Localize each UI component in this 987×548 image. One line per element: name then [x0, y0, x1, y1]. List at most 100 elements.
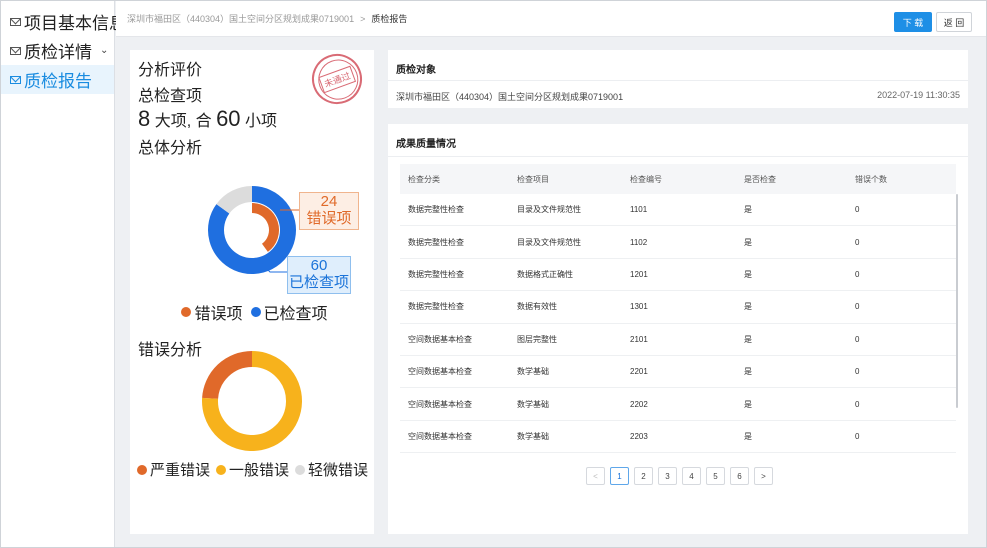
stamp-text: 未通过 [318, 65, 356, 93]
table-row: 数据完整性检查 数据格式正确性 1201 是 0 [400, 259, 956, 292]
legend-label: 一般错误 [229, 462, 290, 479]
error-analysis-title: 错误分析 [138, 342, 203, 359]
mail-icon [10, 46, 21, 55]
table-row: 空间数据基本检查 数学基础 2201 是 0 [400, 356, 956, 389]
divider [388, 156, 968, 157]
column-header: 检查分类 [408, 174, 440, 184]
cell-error-count: 0 [855, 431, 860, 441]
checked-count-text: 已检查项 [288, 274, 349, 291]
sidebar: 项目基本信息 质检详情 ⌄ 质检报告 [1, 1, 126, 547]
cell-code: 1102 [630, 237, 648, 247]
cell-category: 数据完整性检查 [408, 237, 464, 247]
table-row: 数据完整性检查 目录及文件规范性 1101 是 0 [400, 194, 956, 227]
total-check-summary: 8 大项, 合 60 小项 [138, 106, 277, 132]
cell-code: 2202 [630, 399, 648, 409]
cell-item: 数据格式正确性 [517, 269, 573, 279]
sidebar-item-label: 质检报告 [24, 72, 92, 91]
cell-category: 空间数据基本检查 [408, 399, 472, 409]
cell-error-count: 0 [855, 334, 860, 344]
small-item-unit: 小项 [245, 113, 278, 130]
table-scrollbar[interactable] [956, 194, 958, 408]
quality-object-title: 质检对象 [396, 65, 436, 76]
cell-checked: 是 [744, 302, 752, 312]
legend-label: 轻微错误 [308, 462, 369, 479]
cell-code: 1101 [630, 205, 648, 215]
column-header: 检查编号 [630, 174, 662, 184]
big-item-unit: 大项, 合 [154, 113, 212, 130]
error-donut-slice-1 [202, 351, 302, 451]
breadcrumb-separator: > [360, 13, 366, 24]
cell-item: 目录及文件规范性 [517, 205, 581, 215]
cell-code: 1301 [630, 302, 648, 312]
cell-code: 1201 [630, 269, 648, 279]
page-button-6[interactable]: 6 [730, 467, 749, 485]
sidebar-item-project-info[interactable]: 项目基本信息 [1, 7, 126, 36]
column-header: 是否检查 [744, 174, 776, 184]
cell-error-count: 0 [855, 302, 860, 312]
fail-stamp: 未通过 [304, 46, 370, 112]
cell-error-count: 0 [855, 399, 860, 409]
legend-dot [216, 464, 227, 475]
breadcrumb: 深圳市福田区（440304）国土空间分区规划成果0719001 > 质检报告 [116, 1, 986, 37]
error-donut-slice-0 [202, 351, 253, 400]
breadcrumb-current: 质检报告 [371, 14, 408, 24]
download-button[interactable]: 下 载 [894, 12, 932, 32]
cell-error-count: 0 [855, 269, 860, 279]
cell-checked: 是 [744, 431, 752, 441]
mail-icon [10, 75, 21, 84]
page-button-3[interactable]: 3 [658, 467, 677, 485]
sidebar-item-qc-details[interactable]: 质检详情 ⌄ [1, 36, 114, 65]
quality-object-name: 深圳市福田区（440304）国土空间分区规划成果0719001 [396, 92, 624, 102]
error-legend: 严重错误 一般错误 轻微错误 [130, 459, 374, 480]
sidebar-item-qc-report[interactable]: 质检报告 [1, 65, 114, 94]
cell-checked: 是 [744, 205, 752, 215]
column-header: 错误个数 [855, 174, 887, 184]
overall-analysis-title: 总体分析 [138, 140, 203, 157]
quality-results-title: 成果质量情况 [396, 139, 456, 150]
breadcrumb-project-link[interactable]: 深圳市福田区（440304）国土空间分区规划成果0719001 [127, 12, 354, 25]
cell-checked: 是 [744, 269, 752, 279]
cell-checked: 是 [744, 237, 752, 247]
error-count-label: 24 错误项 [299, 192, 359, 230]
page-button-1[interactable]: 1 [610, 467, 629, 485]
next-page-button[interactable]: > [754, 467, 773, 485]
cell-error-count: 0 [855, 237, 860, 247]
table-row: 数据完整性检查 目录及文件规范性 1102 是 0 [400, 226, 956, 259]
cell-category: 数据完整性检查 [408, 269, 464, 279]
analysis-title: 分析评价 [138, 62, 203, 79]
cell-item: 目录及文件规范性 [517, 237, 581, 247]
column-header: 检查项目 [517, 174, 549, 184]
analysis-panel: 分析评价 未通过 总检查项 8 大项, 合 60 小项 总体分析 24 错误项 … [130, 46, 374, 534]
legend-label: 严重错误 [150, 462, 211, 479]
legend-dot [181, 307, 192, 317]
results-table: 检查分类 检查项目 检查编号 是否检查 错误个数 数据完整性检查 目录及文件规范… [400, 164, 956, 454]
pagination: < 1 2 3 4 5 6 > [586, 467, 773, 485]
legend-dot [250, 307, 261, 317]
donut-slice-errors [251, 203, 279, 252]
legend-dot [137, 464, 147, 475]
error-count-value: 24 [320, 193, 338, 210]
cell-item: 数学基础 [517, 431, 549, 441]
quality-results-panel: 成果质量情况 检查分类 检查项目 检查编号 是否检查 错误个数 数据完整性检查 … [388, 124, 968, 534]
table-row: 空间数据基本检查 数学基础 2203 是 0 [400, 421, 956, 454]
table-header: 检查分类 检查项目 检查编号 是否检查 错误个数 [400, 164, 956, 194]
page-button-4[interactable]: 4 [682, 467, 701, 485]
checked-count-value: 60 [310, 257, 328, 274]
error-count-text: 错误项 [306, 210, 352, 227]
quality-object-time: 2022-07-19 11:30:35 [877, 90, 960, 100]
cell-error-count: 0 [855, 367, 860, 377]
page-button-5[interactable]: 5 [706, 467, 725, 485]
cell-item: 数据有效性 [517, 302, 557, 312]
cell-code: 2203 [630, 431, 648, 441]
chevron-down-icon: ⌄ [100, 45, 109, 56]
table-row: 数据完整性检查 数据有效性 1301 是 0 [400, 291, 956, 324]
page-button-2[interactable]: 2 [634, 467, 653, 485]
donut-slice-checked [208, 186, 296, 274]
divider [388, 80, 968, 81]
cell-checked: 是 [744, 367, 752, 377]
prev-page-button[interactable]: < [586, 467, 605, 485]
table-row: 空间数据基本检查 图层完整性 2101 是 0 [400, 324, 956, 356]
back-button[interactable]: 返 回 [936, 12, 972, 32]
cell-checked: 是 [744, 334, 752, 344]
legend-label: 错误项 [194, 306, 243, 323]
